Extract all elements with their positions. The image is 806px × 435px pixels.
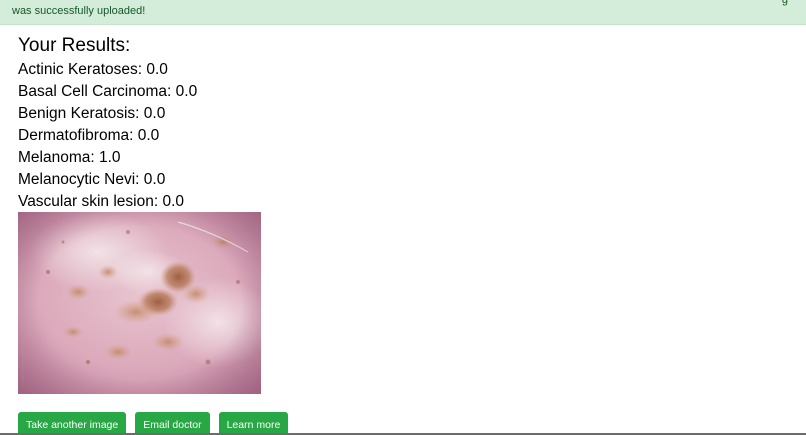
result-vascular-skin-lesion: Vascular skin lesion: 0.0 <box>18 193 184 210</box>
results-section: Your Results: Actinic Keratoses: 0.0 Bas… <box>18 34 197 213</box>
alert-edge-text: g <box>781 0 788 6</box>
action-buttons: Take another image Email doctor Learn mo… <box>18 412 289 435</box>
result-dermatofibroma: Dermatofibroma: 0.0 <box>18 127 160 144</box>
uploaded-lesion-image <box>18 212 261 394</box>
result-basal-cell-carcinoma: Basal Cell Carcinoma: 0.0 <box>18 83 198 100</box>
result-melanoma: Melanoma: 1.0 <box>18 149 121 166</box>
result-melanocytic-nevi: Melanocytic Nevi: 0.0 <box>18 171 166 188</box>
take-another-image-button[interactable]: Take another image <box>18 412 127 435</box>
results-title: Your Results: <box>18 35 131 56</box>
alert-message: was successfully uploaded! <box>12 5 146 17</box>
email-doctor-button[interactable]: Email doctor <box>135 412 210 435</box>
result-actinic-keratoses: Actinic Keratoses: 0.0 <box>18 61 168 78</box>
result-benign-keratosis: Benign Keratosis: 0.0 <box>18 105 166 122</box>
upload-success-alert: was successfully uploaded! g <box>0 0 806 25</box>
results-page: was successfully uploaded! g Your Result… <box>0 0 806 435</box>
learn-more-button[interactable]: Learn more <box>218 412 289 435</box>
